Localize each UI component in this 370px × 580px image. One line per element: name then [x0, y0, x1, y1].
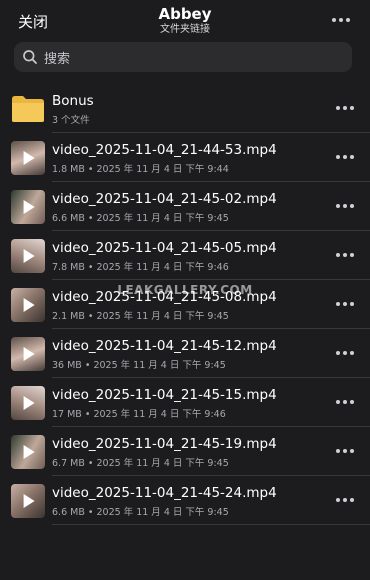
- item-more-icon[interactable]: [332, 196, 358, 216]
- item-name: video_2025-11-04_21-45-15.mp4: [52, 387, 277, 403]
- item-name: Bonus: [52, 93, 94, 109]
- play-icon: [23, 200, 35, 214]
- video-thumbnail: [11, 239, 45, 273]
- item-more-icon[interactable]: [332, 392, 358, 412]
- more-horizontal-icon[interactable]: [326, 10, 356, 30]
- play-icon: [23, 396, 35, 410]
- search-placeholder: 搜索: [44, 51, 71, 67]
- item-meta: 3 个文件: [52, 115, 90, 126]
- list-item-video[interactable]: video_2025-11-04_21-44-53.mp4 1.8 MB • 2…: [0, 133, 370, 182]
- item-more-icon[interactable]: [332, 490, 358, 510]
- item-more-icon[interactable]: [332, 147, 358, 167]
- folder-icon: [12, 96, 44, 122]
- item-more-icon[interactable]: [332, 294, 358, 314]
- item-name: video_2025-11-04_21-45-19.mp4: [52, 436, 277, 452]
- video-thumbnail: [11, 386, 45, 420]
- watermark: LEAKGALLERY.COM: [117, 283, 253, 297]
- item-name: video_2025-11-04_21-45-24.mp4: [52, 485, 277, 501]
- item-name: video_2025-11-04_21-44-53.mp4: [52, 142, 277, 158]
- list-item-folder[interactable]: Bonus 3 个文件: [0, 84, 370, 133]
- page-title: Abbey: [158, 5, 212, 23]
- item-meta: 1.8 MB • 2025 年 11 月 4 日 下午 9:44: [52, 164, 229, 175]
- title-block: Abbey 文件夹链接: [0, 5, 370, 37]
- item-more-icon[interactable]: [332, 245, 358, 265]
- item-more-icon[interactable]: [332, 98, 358, 118]
- play-icon: [23, 151, 35, 165]
- item-meta: 36 MB • 2025 年 11 月 4 日 下午 9:45: [52, 360, 226, 371]
- play-icon: [23, 249, 35, 263]
- search-input[interactable]: 搜索: [14, 42, 352, 72]
- play-icon: [23, 494, 35, 508]
- item-meta: 7.8 MB • 2025 年 11 月 4 日 下午 9:46: [52, 262, 229, 273]
- video-thumbnail: [11, 337, 45, 371]
- item-meta: 6.6 MB • 2025 年 11 月 4 日 下午 9:45: [52, 213, 229, 224]
- item-name: video_2025-11-04_21-45-05.mp4: [52, 240, 277, 256]
- list-item-video[interactable]: video_2025-11-04_21-45-02.mp4 6.6 MB • 2…: [0, 182, 370, 231]
- item-meta: 6.6 MB • 2025 年 11 月 4 日 下午 9:45: [52, 507, 229, 518]
- video-thumbnail: [11, 435, 45, 469]
- video-thumbnail: [11, 484, 45, 518]
- list-item-video[interactable]: video_2025-11-04_21-45-19.mp4 6.7 MB • 2…: [0, 427, 370, 476]
- item-meta: 6.7 MB • 2025 年 11 月 4 日 下午 9:45: [52, 458, 229, 469]
- video-thumbnail: [11, 141, 45, 175]
- header: 关闭 Abbey 文件夹链接: [0, 0, 370, 40]
- list-item-video[interactable]: video_2025-11-04_21-45-24.mp4 6.6 MB • 2…: [0, 476, 370, 525]
- item-name: video_2025-11-04_21-45-12.mp4: [52, 338, 277, 354]
- play-icon: [23, 347, 35, 361]
- search-icon: [23, 50, 37, 64]
- video-thumbnail: [11, 190, 45, 224]
- list-item-video[interactable]: video_2025-11-04_21-45-05.mp4 7.8 MB • 2…: [0, 231, 370, 280]
- list-item-video[interactable]: video_2025-11-04_21-45-15.mp4 17 MB • 20…: [0, 378, 370, 427]
- list-item-video[interactable]: video_2025-11-04_21-45-12.mp4 36 MB • 20…: [0, 329, 370, 378]
- item-more-icon[interactable]: [332, 441, 358, 461]
- page-subtitle: 文件夹链接: [160, 24, 210, 35]
- play-icon: [23, 298, 35, 312]
- item-meta: 17 MB • 2025 年 11 月 4 日 下午 9:46: [52, 409, 226, 420]
- item-name: video_2025-11-04_21-45-02.mp4: [52, 191, 277, 207]
- item-meta: 2.1 MB • 2025 年 11 月 4 日 下午 9:45: [52, 311, 229, 322]
- file-list: Bonus 3 个文件 video_2025-11-04_21-44-53.mp…: [0, 84, 370, 525]
- item-more-icon[interactable]: [332, 343, 358, 363]
- divider: [52, 524, 370, 525]
- play-icon: [23, 445, 35, 459]
